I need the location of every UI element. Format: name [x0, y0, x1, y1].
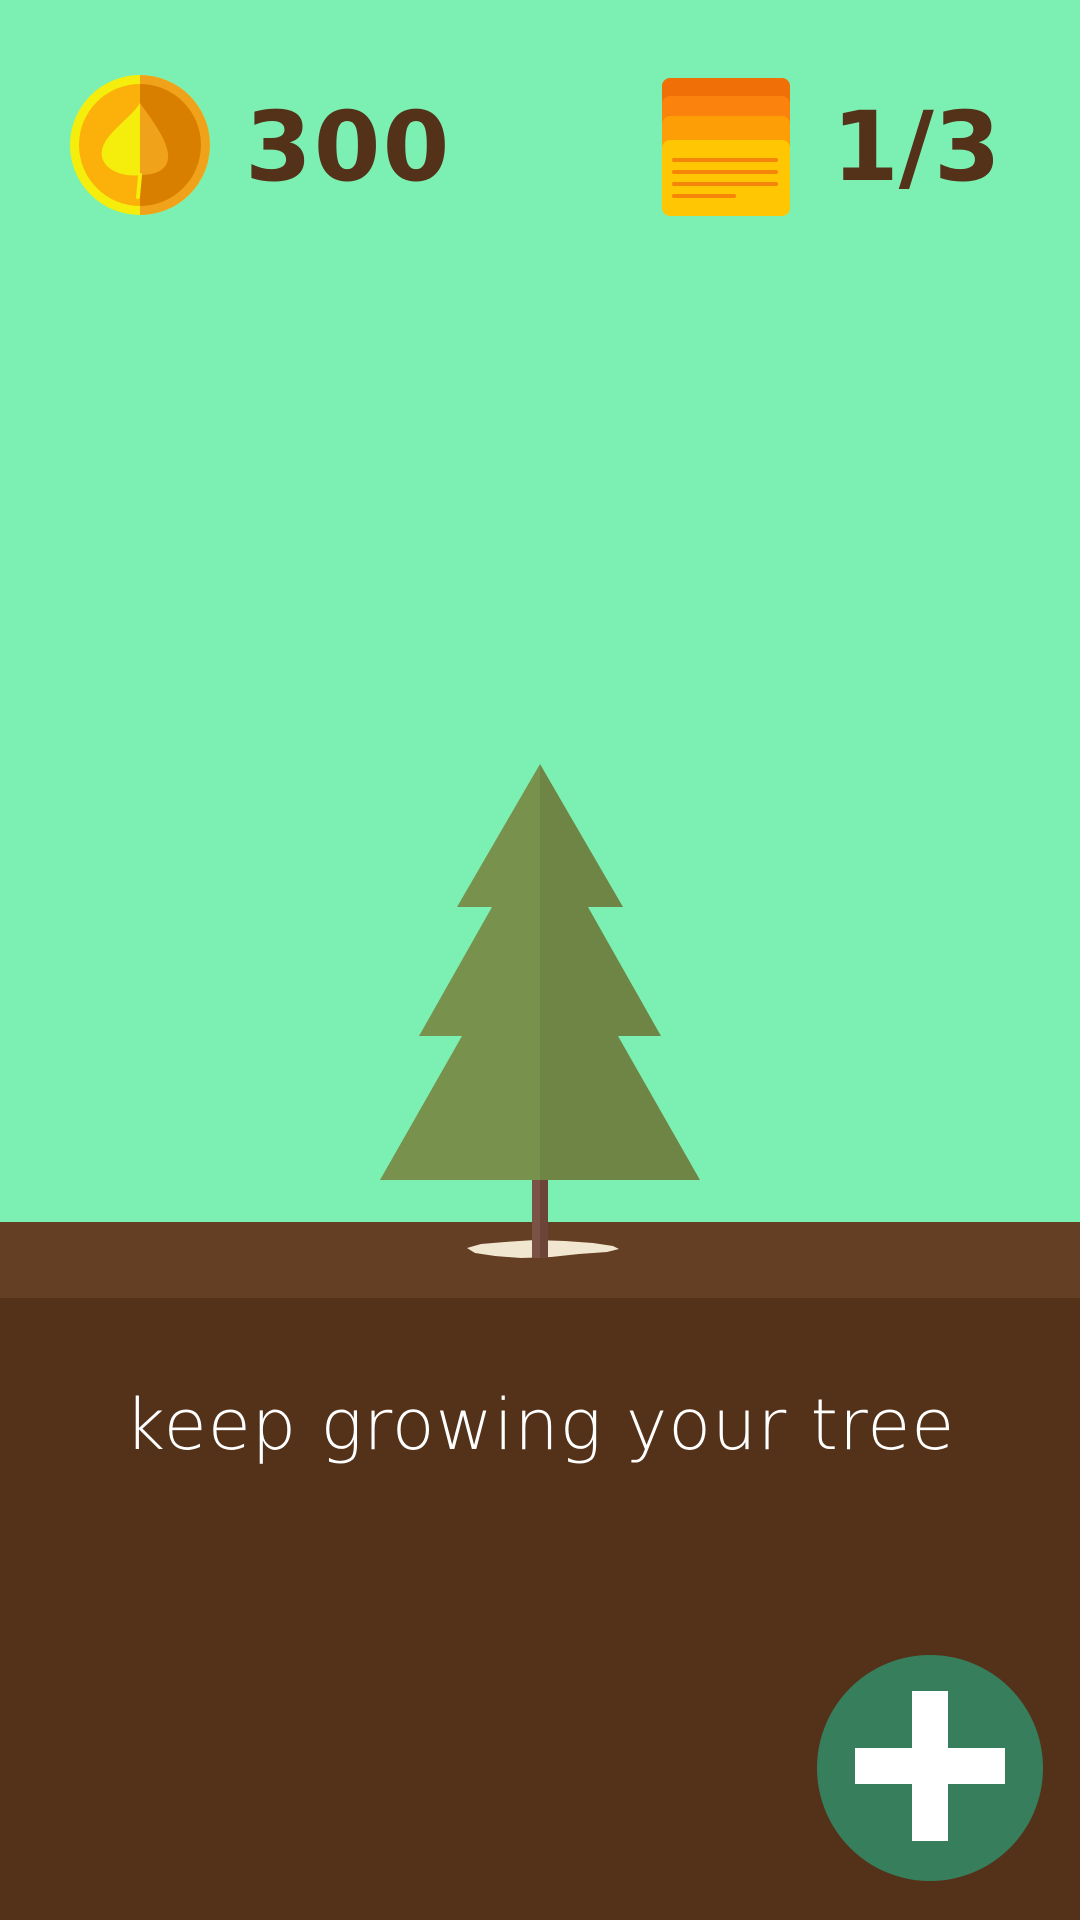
card-progress: 1/3 — [832, 91, 1001, 203]
plus-icon — [855, 1691, 1005, 1841]
add-button[interactable] — [817, 1655, 1043, 1881]
pine-tree — [375, 760, 705, 1270]
coin-count: 300 — [245, 91, 452, 203]
status-message: keep growing your tree — [124, 1384, 956, 1466]
stacked-cards-icon — [662, 78, 790, 216]
coin-icon — [70, 75, 210, 215]
